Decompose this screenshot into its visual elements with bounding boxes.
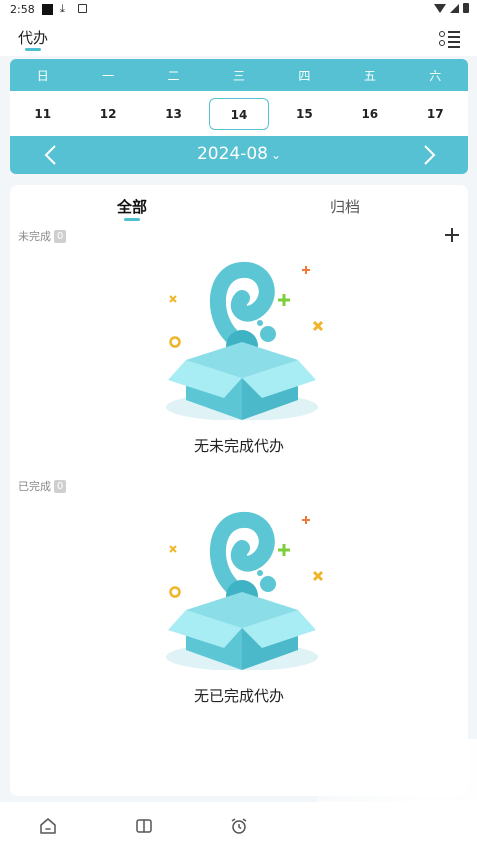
weekday-label: 二 <box>167 68 180 83</box>
image-icon <box>78 4 87 13</box>
todo-panel: 全部 归档 未完成 0 无未完成代办 已完成 0 无已完成代办 <box>10 185 468 796</box>
date-row: 11 12 13 14 15 16 17 <box>10 91 468 136</box>
weekday-row: 日 一 二 三 四 五 六 <box>10 59 468 91</box>
weekday-label: 六 <box>429 68 442 83</box>
empty-box-illustration <box>166 512 324 670</box>
tab-all[interactable]: 全部 <box>117 196 147 217</box>
list-menu-line <box>448 41 460 43</box>
done-count-badge: 0 <box>54 479 67 493</box>
empty-box-illustration <box>166 262 324 420</box>
chevron-down-icon: ⌄ <box>270 148 282 162</box>
list-menu-line <box>448 46 460 48</box>
week-calendar: 日 一 二 三 四 五 六 11 12 13 14 15 16 17 2024-… <box>10 59 468 174</box>
app-header: 代办 <box>0 20 477 56</box>
weekday-label: 日 <box>36 68 49 83</box>
corner-fade <box>317 739 477 849</box>
done-section-header: 已完成 0 <box>18 478 67 494</box>
tab-underline <box>124 218 140 221</box>
date-cell[interactable]: 16 <box>340 98 400 130</box>
download-icon: ⤓ <box>60 2 65 15</box>
wifi-icon <box>434 3 446 13</box>
date-cell[interactable]: 15 <box>274 98 334 130</box>
home-icon[interactable] <box>39 817 57 835</box>
status-bar: 2:58 ⤓ <box>0 0 477 20</box>
date-cell[interactable]: 17 <box>405 98 465 130</box>
weekday-label: 五 <box>363 68 376 83</box>
pending-label: 未完成 <box>18 230 51 243</box>
date-cell[interactable]: 11 <box>13 98 73 130</box>
pending-empty-text: 无未完成代办 <box>193 437 284 455</box>
weekday-label: 一 <box>102 68 115 83</box>
notification-icon <box>42 4 53 15</box>
title-underline <box>25 48 41 51</box>
pending-section-header: 未完成 0 <box>18 228 67 244</box>
page-title[interactable]: 代办 <box>18 27 48 48</box>
done-empty-text: 无已完成代办 <box>193 687 284 705</box>
date-cell[interactable]: 12 <box>78 98 138 130</box>
list-menu-line <box>448 31 460 33</box>
book-icon[interactable] <box>135 817 153 835</box>
signal-icon <box>450 3 459 13</box>
weekday-label: 三 <box>232 68 245 83</box>
month-selector[interactable]: 2024-08 ⌄ <box>10 144 468 164</box>
tab-archive[interactable]: 归档 <box>330 196 360 217</box>
status-time: 2:58 <box>10 3 35 16</box>
status-indicators <box>434 3 469 13</box>
list-menu-line <box>448 36 460 38</box>
month-bar: 2024-08 ⌄ <box>10 136 468 174</box>
date-cell-selected[interactable]: 14 <box>208 97 269 130</box>
alarm-clock-icon[interactable] <box>230 817 248 835</box>
plus-icon[interactable] <box>444 227 460 243</box>
pending-count-badge: 0 <box>54 229 67 243</box>
battery-icon <box>463 3 469 13</box>
list-menu-dot <box>439 31 445 37</box>
list-menu-dot <box>439 40 445 46</box>
done-label: 已完成 <box>18 480 51 493</box>
month-label: 2024-08 <box>196 144 268 164</box>
chevron-right-icon[interactable] <box>418 144 440 166</box>
bottom-nav <box>0 739 477 849</box>
date-cell[interactable]: 13 <box>144 98 204 130</box>
list-menu-icon[interactable] <box>439 29 461 49</box>
weekday-label: 四 <box>298 68 311 83</box>
